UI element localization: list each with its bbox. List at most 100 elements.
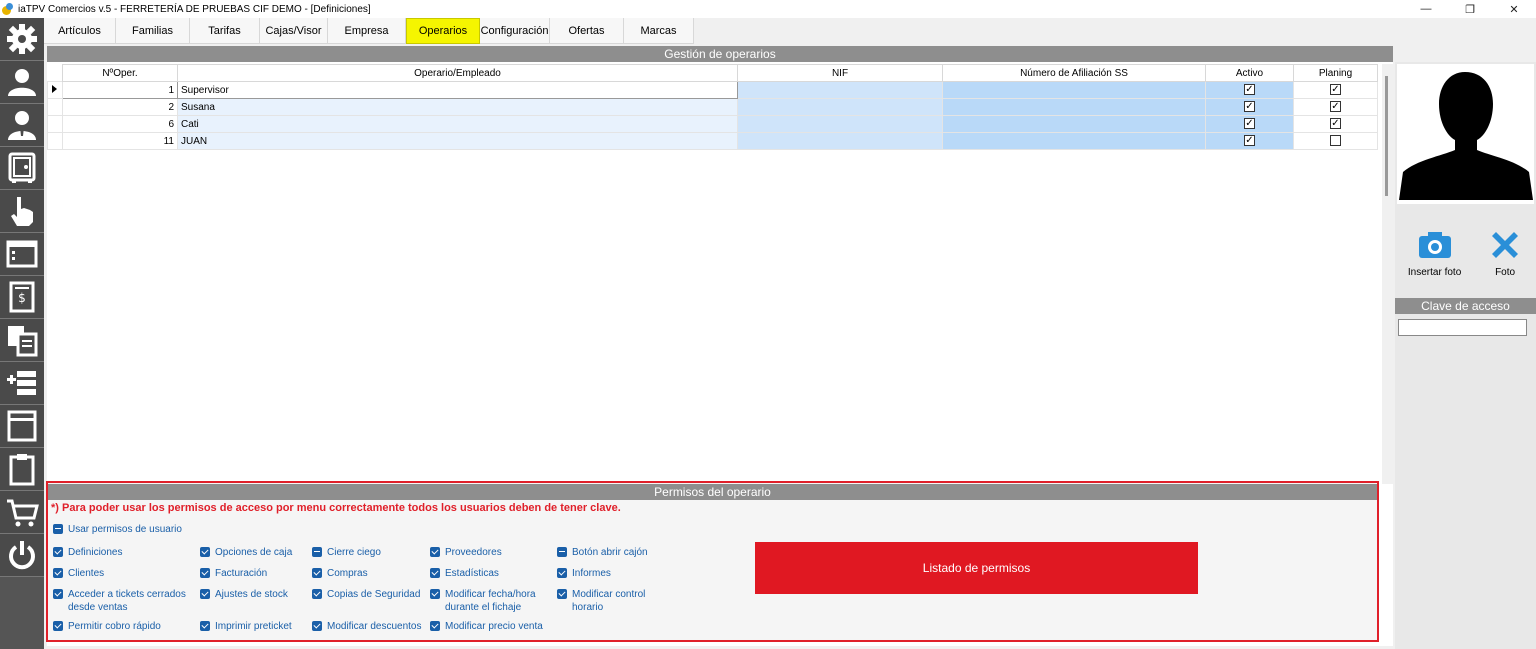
tab-empresa[interactable]: Empresa — [328, 18, 406, 44]
cell-name[interactable]: Cati — [177, 115, 738, 133]
checkbox-icon[interactable] — [312, 568, 322, 578]
checkbox-icon[interactable] — [200, 547, 210, 557]
activo-checkbox[interactable]: ✓ — [1244, 118, 1255, 130]
drawer-button[interactable] — [0, 405, 44, 448]
tab-articulos[interactable]: Artículos — [44, 18, 116, 44]
tab-marcas[interactable]: Marcas — [624, 18, 694, 44]
minimize-button[interactable]: — — [1404, 0, 1448, 18]
col-header-name[interactable]: Operario/Empleado — [177, 64, 738, 82]
perm-opciones-caja[interactable]: Opciones de caja — [200, 546, 292, 559]
cell-num[interactable]: 2 — [62, 98, 178, 116]
checkbox-icon[interactable] — [200, 568, 210, 578]
cell-activo[interactable]: ✓ — [1205, 115, 1294, 133]
tab-ofertas[interactable]: Ofertas — [550, 18, 624, 44]
col-header-nif[interactable]: NIF — [737, 64, 943, 82]
checkbox-icon[interactable] — [53, 547, 63, 557]
planing-checkbox[interactable]: ✓ — [1330, 84, 1341, 96]
perm-facturacion[interactable]: Facturación — [200, 567, 267, 580]
checkbox-icon[interactable] — [312, 547, 322, 557]
cell-activo[interactable]: ✓ — [1205, 81, 1294, 99]
perm-cobro-rapido[interactable]: Permitir cobro rápido — [53, 620, 161, 633]
copy-button[interactable] — [0, 319, 44, 362]
add-items-button[interactable] — [0, 362, 44, 405]
cell-ss[interactable] — [942, 132, 1206, 150]
use-user-permissions-toggle[interactable]: Usar permisos de usuario — [53, 523, 182, 536]
touch-button[interactable] — [0, 190, 44, 233]
cell-activo[interactable]: ✓ — [1205, 132, 1294, 150]
power-button[interactable] — [0, 534, 44, 577]
perm-precio-venta[interactable]: Modificar precio venta — [430, 620, 543, 633]
perm-abrir-cajon[interactable]: Botón abrir cajón — [557, 546, 648, 559]
checkbox-icon[interactable] — [53, 589, 63, 599]
cell-activo[interactable]: ✓ — [1205, 98, 1294, 116]
tab-familias[interactable]: Familias — [116, 18, 190, 44]
checkbox-icon[interactable] — [312, 621, 322, 631]
checkbox-icon[interactable] — [430, 547, 440, 557]
cell-name[interactable]: Supervisor — [177, 81, 738, 99]
table-row[interactable]: 11 JUAN ✓ — [47, 132, 1378, 150]
close-button[interactable]: ✕ — [1492, 0, 1536, 18]
cell-nif[interactable] — [737, 115, 943, 133]
customers-button[interactable] — [0, 61, 44, 104]
cell-name[interactable]: Susana — [177, 98, 738, 116]
insert-photo-button[interactable]: Insertar foto — [1408, 227, 1461, 278]
checkbox-icon[interactable] — [557, 568, 567, 578]
cell-ss[interactable] — [942, 115, 1206, 133]
checkbox-icon[interactable] — [557, 547, 567, 557]
perm-informes[interactable]: Informes — [557, 567, 611, 580]
planing-checkbox[interactable]: ✓ — [1330, 118, 1341, 130]
activo-checkbox[interactable]: ✓ — [1244, 84, 1255, 96]
checkbox-icon[interactable] — [200, 621, 210, 631]
window-button[interactable] — [0, 233, 44, 276]
cell-nif[interactable] — [737, 98, 943, 116]
cell-ss[interactable] — [942, 98, 1206, 116]
col-header-planing[interactable]: Planing — [1293, 64, 1378, 82]
activo-checkbox[interactable]: ✓ — [1244, 135, 1255, 147]
cart-button[interactable] — [0, 491, 44, 534]
perm-control-horario[interactable]: Modificar control horario — [557, 588, 657, 614]
planing-checkbox[interactable] — [1330, 135, 1341, 147]
col-header-activo[interactable]: Activo — [1205, 64, 1294, 82]
cell-num[interactable]: 6 — [62, 115, 178, 133]
grid-scrollbar[interactable] — [1382, 64, 1393, 484]
activo-checkbox[interactable]: ✓ — [1244, 101, 1255, 113]
cell-num[interactable]: 1 — [62, 81, 178, 99]
cell-ss[interactable] — [942, 81, 1206, 99]
perm-compras[interactable]: Compras — [312, 567, 368, 580]
restore-button[interactable]: ❐ — [1448, 0, 1492, 18]
operator-button[interactable] — [0, 104, 44, 147]
checkbox-icon[interactable] — [557, 589, 567, 599]
tab-configuracion[interactable]: Configuración — [480, 18, 550, 44]
checkbox-icon[interactable] — [53, 568, 63, 578]
invoice-button[interactable]: $ — [0, 276, 44, 319]
checkbox-icon[interactable] — [430, 589, 440, 599]
checkbox-icon[interactable] — [200, 589, 210, 599]
table-row[interactable]: 1 Supervisor ✓ ✓ — [47, 81, 1378, 99]
checkbox-icon[interactable] — [312, 589, 322, 599]
scrollbar-thumb[interactable] — [1385, 76, 1388, 196]
perm-ajustes-stock[interactable]: Ajustes de stock — [200, 588, 288, 601]
password-field[interactable] — [1398, 319, 1527, 336]
tab-operarios[interactable]: Operarios — [406, 18, 480, 44]
checkbox-icon[interactable] — [430, 568, 440, 578]
perm-proveedores[interactable]: Proveedores — [430, 546, 502, 559]
delete-photo-button[interactable]: Foto — [1487, 227, 1523, 278]
checkbox-icon[interactable] — [53, 621, 63, 631]
tab-tarifas[interactable]: Tarifas — [190, 18, 260, 44]
perm-preticket[interactable]: Imprimir preticket — [200, 620, 292, 633]
safe-button[interactable] — [0, 147, 44, 190]
perm-estadisticas[interactable]: Estadísticas — [430, 567, 499, 580]
col-header-ss[interactable]: Número de Afiliación SS — [942, 64, 1206, 82]
checkbox-icon[interactable] — [53, 524, 63, 534]
cell-planing[interactable]: ✓ — [1293, 81, 1378, 99]
checkbox-icon[interactable] — [430, 621, 440, 631]
perm-tickets-cerrados[interactable]: Acceder a tickets cerrados desde ventas — [53, 588, 193, 614]
cell-nif[interactable] — [737, 81, 943, 99]
perm-clientes[interactable]: Clientes — [53, 567, 104, 580]
tab-cajas-visor[interactable]: Cajas/Visor — [260, 18, 328, 44]
settings-gear-button[interactable] — [0, 18, 44, 61]
table-row[interactable]: 2 Susana ✓ ✓ — [47, 98, 1378, 116]
cell-planing[interactable] — [1293, 132, 1378, 150]
perm-modificar-descuentos[interactable]: Modificar descuentos — [312, 620, 422, 633]
perm-definiciones[interactable]: Definiciones — [53, 546, 122, 559]
